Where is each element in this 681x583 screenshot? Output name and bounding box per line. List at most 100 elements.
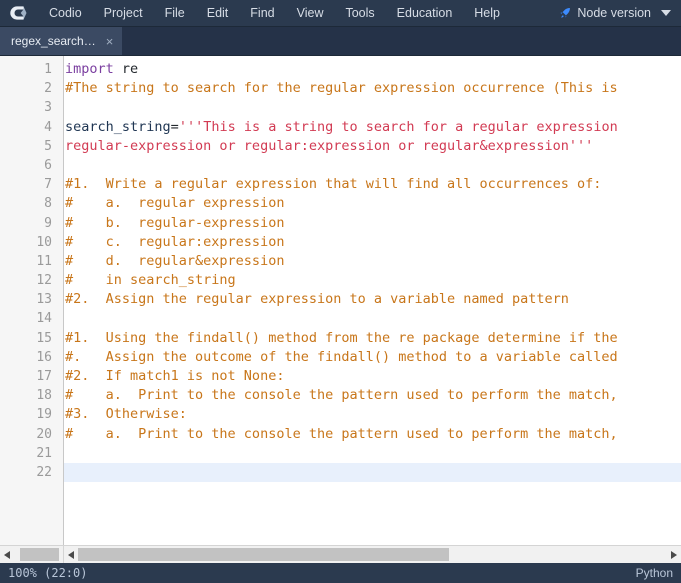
line-number: 9 [44,215,52,231]
gutter-scrollbar[interactable] [0,546,64,563]
code-line[interactable]: import re [64,60,681,79]
code-token: #1. Using the findall() method from the … [65,329,618,346]
line-number: 8 [44,196,52,212]
menu-item-find[interactable]: Find [239,0,285,27]
line-number: 7 [44,177,52,193]
code-line[interactable]: #3. Otherwise: [64,405,681,424]
tab-label: regex_search… [11,34,96,48]
line-number: 16 [36,349,52,365]
code-line[interactable]: #2. Assign the regular expression to a v… [64,290,681,309]
horizontal-scrollbar-row [0,545,681,563]
code-line[interactable] [64,156,681,175]
code-token: #3. Otherwise: [65,406,187,423]
line-number: 3 [44,100,52,116]
code-line[interactable]: # a. Print to the console the pattern us… [64,425,681,444]
menu-item-edit[interactable]: Edit [196,0,240,27]
code-token: #The string to search for the regular ex… [65,80,618,97]
code-scrollbar[interactable] [64,546,681,563]
code-line[interactable] [64,98,681,117]
menu-item-view[interactable]: View [286,0,335,27]
menu-item-education[interactable]: Education [386,0,464,27]
line-number: 4 [44,119,52,135]
code-token: # b. regular-expression [65,214,285,231]
line-number: 5 [44,138,52,154]
line-number: 10 [36,234,52,250]
line-number: 1 [44,62,52,77]
menu-item-file[interactable]: File [154,0,196,27]
code-line[interactable] [64,462,681,483]
code-token: #. Assign the outcome of the findall() m… [65,348,618,365]
code-token: import [65,61,114,77]
line-number: 22 [36,464,52,480]
line-number: 20 [36,426,52,442]
gutter-scroll-track[interactable] [14,546,63,563]
chevron-down-icon[interactable] [661,10,671,16]
codio-ide-window: Codio Project File Edit Find View Tools … [0,0,681,583]
code-line[interactable] [64,444,681,463]
line-number: 6 [44,157,52,173]
code-token: #2. Assign the regular expression to a v… [65,291,569,308]
code-line[interactable]: #. Assign the outcome of the findall() m… [64,348,681,367]
node-version-control[interactable]: Node version [558,6,681,20]
code-token: # a. regular expression [65,195,285,212]
code-line[interactable]: # a. regular expression [64,194,681,213]
tab-bar: regex_search… × [0,27,681,56]
code-line[interactable]: # b. regular-expression [64,214,681,233]
menu-item-project[interactable]: Project [93,0,154,27]
line-number: 15 [36,330,52,346]
tab-bar-empty-space [122,27,681,55]
rocket-icon [558,6,572,20]
code-line[interactable]: #The string to search for the regular ex… [64,79,681,98]
code-line[interactable]: # d. regular&expression [64,252,681,271]
line-number: 11 [36,253,52,269]
code-line[interactable]: # in search_string [64,271,681,290]
close-icon[interactable]: × [106,35,114,48]
scroll-left-arrow-icon[interactable] [64,546,78,563]
menu-item-codio[interactable]: Codio [38,0,93,27]
line-number: 18 [36,388,52,404]
code-line[interactable]: regular-expression or regular:expression… [64,137,681,156]
code-editor[interactable]: 1 2 3 4 5 6 7 8 9 10 11 12 13 14 15 16 17 18 19 20 21 22 impo… [0,56,681,545]
code-line[interactable]: search_string='''This is a string to sea… [64,118,681,137]
code-token: re [113,61,139,77]
code-line[interactable]: #2. If match1 is not None: [64,367,681,386]
menu-item-help[interactable]: Help [463,0,511,27]
line-number: 14 [36,311,52,327]
code-token: # in search_string [65,272,236,289]
scroll-right-arrow-icon[interactable] [667,546,681,563]
code-token: '''This is a string to search for a regu… [178,118,618,135]
tab-regex-search[interactable]: regex_search… × [0,27,123,55]
codio-logo-icon[interactable] [6,2,32,24]
menu-item-tools[interactable]: Tools [334,0,385,27]
code-token: # a. Print to the console the pattern us… [65,387,618,404]
code-line[interactable]: #1. Write a regular expression that will… [64,175,681,194]
code-token: #1. Write a regular expression that will… [65,176,602,193]
code-token: # d. regular&expression [65,252,285,269]
menu-bar: Codio Project File Edit Find View Tools … [0,0,681,27]
language-mode-status[interactable]: Python [636,566,673,580]
code-line[interactable]: #1. Using the findall() method from the … [64,329,681,348]
scroll-left-arrow-gutter-icon[interactable] [0,546,14,563]
gutter-scroll-thumb[interactable] [20,548,59,561]
status-bar: 100% (22:0) Python [0,563,681,583]
code-content[interactable]: import re #The string to search for the r… [64,56,681,545]
code-token: = [170,118,179,135]
code-token: regular-expression or regular:expression… [65,137,594,154]
line-number-gutter: 1 2 3 4 5 6 7 8 9 10 11 12 13 14 15 16 17 18 19 20 21 22 [0,56,64,545]
line-number: 21 [36,445,52,461]
line-number: 17 [36,369,52,384]
code-scroll-track[interactable] [78,546,667,563]
node-version-label: Node version [577,6,651,20]
line-number: 12 [36,273,52,289]
code-token: #2. If match1 is not None: [65,368,285,384]
line-number: 13 [36,292,52,308]
code-scroll-thumb[interactable] [78,548,450,561]
code-line[interactable]: # a. Print to the console the pattern us… [64,386,681,405]
cursor-position-status: 100% (22:0) [8,566,88,580]
code-line[interactable]: # c. regular:expression [64,233,681,252]
code-token: # c. regular:expression [65,233,285,250]
code-token: search_string [65,118,171,135]
code-line[interactable] [64,309,681,328]
code-token: # a. Print to the console the pattern us… [65,425,618,442]
line-number: 2 [44,81,52,97]
